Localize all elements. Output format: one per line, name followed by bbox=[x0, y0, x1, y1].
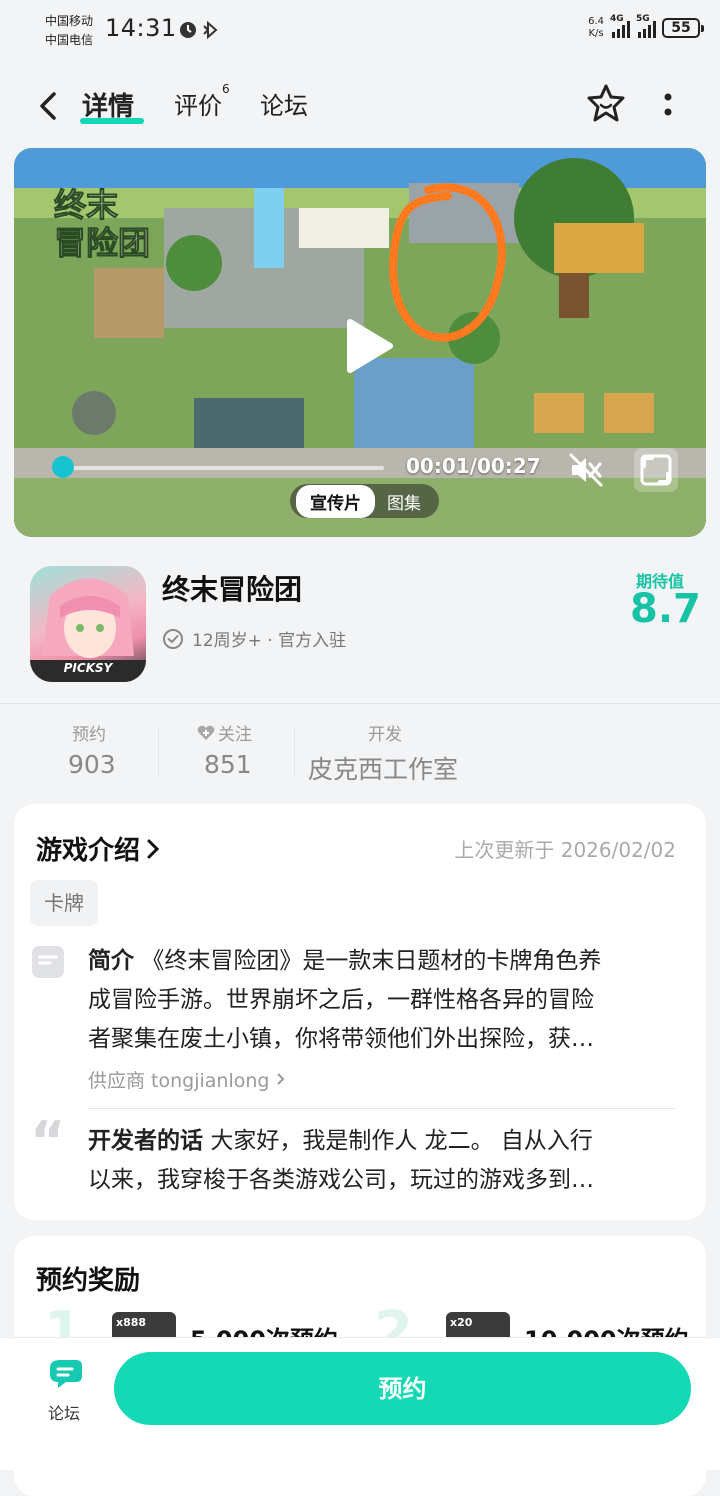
alarm-icon bbox=[180, 20, 218, 40]
rewards-title: 预约奖励 bbox=[36, 1266, 141, 1296]
tab-reviews-label: 评价 bbox=[174, 92, 222, 120]
stat-label-follows-text: 关注 bbox=[218, 725, 252, 745]
game-logo: 终末 冒险团 bbox=[53, 186, 151, 263]
status-bar: 中国移动 中国电信 14:31 6.4 K/s 4G 5G 55 bbox=[0, 0, 720, 62]
speed-unit: K/s bbox=[588, 28, 604, 39]
developer-line-2: 以来，我穿梭于各类游戏公司，玩过的游戏多到… bbox=[88, 1167, 594, 1193]
play-button[interactable] bbox=[338, 316, 398, 376]
expect-score: 8.7 bbox=[630, 586, 701, 632]
speaker-muted-icon bbox=[569, 453, 603, 487]
summary-line-1-text: 《终末冒险团》是一款末日题材的卡牌角色养 bbox=[141, 948, 602, 974]
video-progress-handle[interactable] bbox=[52, 456, 74, 478]
stat-value-follows: 851 bbox=[204, 750, 252, 779]
summary-text[interactable]: 简介 《终末冒险团》是一款末日题材的卡牌角色养 成冒险手游。世界崩坏之后，一群性… bbox=[88, 942, 663, 1059]
bluetooth-icon bbox=[203, 20, 218, 40]
carrier-1: 中国移动 bbox=[45, 14, 94, 28]
network-status: 6.4 K/s 4G 5G 55 bbox=[588, 14, 704, 40]
reward-badge-1: x888 bbox=[116, 1316, 147, 1329]
vertical-dots-icon bbox=[664, 93, 672, 116]
chevron-right-icon bbox=[276, 1073, 284, 1085]
reward-badge-2: x20 bbox=[450, 1316, 473, 1329]
game-logo-line1: 终末 bbox=[53, 186, 119, 225]
signal-5g-icon: 5G bbox=[636, 14, 656, 38]
app-name: 终末冒险团 bbox=[162, 573, 303, 606]
intro-title: 游戏介绍 bbox=[36, 836, 141, 866]
video-player[interactable]: 终末 冒险团 00:01/00:27 宣传片 图集 bbox=[14, 148, 706, 537]
developer-label: 开发者的话 bbox=[88, 1128, 203, 1154]
star-face-icon bbox=[587, 84, 625, 122]
summary-line-3: 者聚集在废土小镇，你将带领他们外出探险，获… bbox=[88, 1026, 594, 1052]
check-circle-icon bbox=[163, 628, 183, 649]
stat-label-follows: 关注 bbox=[196, 720, 252, 745]
supplier-link[interactable]: 供应商 tongjianlong bbox=[88, 1066, 286, 1093]
favorite-button[interactable] bbox=[584, 82, 628, 126]
stat-label-developer: 开发 bbox=[368, 725, 402, 745]
play-icon bbox=[347, 319, 393, 373]
carrier-2: 中国电信 bbox=[45, 33, 94, 47]
heart-plus-icon bbox=[197, 725, 215, 740]
forum-button[interactable] bbox=[46, 1356, 84, 1392]
chevron-right-icon bbox=[147, 839, 160, 858]
alarm-bluetooth-icons bbox=[178, 18, 226, 47]
stat-value-reservations: 903 bbox=[68, 750, 116, 779]
fullscreen-button[interactable] bbox=[634, 448, 678, 492]
net-speed: 6.4 K/s bbox=[588, 16, 604, 40]
document-icon bbox=[32, 946, 64, 978]
reserve-button[interactable]: 预约 bbox=[114, 1352, 691, 1425]
tab-gallery[interactable]: 图集 bbox=[375, 485, 433, 518]
genre-tag[interactable]: 卡牌 bbox=[30, 880, 98, 926]
divider bbox=[294, 728, 295, 776]
age-badge-text: 12周岁+ · 官方入驻 bbox=[192, 631, 347, 651]
age-badge: 12周岁+ · 官方入驻 bbox=[162, 626, 346, 651]
divider bbox=[0, 703, 720, 704]
game-logo-line2: 冒险团 bbox=[53, 224, 151, 263]
quote-icon: “ bbox=[30, 1110, 66, 1173]
carrier-labels: 中国移动 中国电信 bbox=[45, 12, 93, 50]
reviews-count: 6 bbox=[222, 82, 230, 96]
supplier-text: 供应商 tongjianlong bbox=[88, 1070, 270, 1092]
chevron-left-icon bbox=[40, 92, 56, 120]
app-icon: PICKSY bbox=[30, 566, 146, 682]
signal-4g-icon: 4G bbox=[610, 14, 630, 38]
tab-forum[interactable]: 论坛 bbox=[260, 86, 308, 121]
tab-trailer[interactable]: 宣传片 bbox=[296, 484, 375, 518]
stat-value-developer[interactable]: 皮克西工作室 bbox=[308, 750, 458, 786]
back-button[interactable] bbox=[32, 86, 68, 126]
app-icon-caption: PICKSY bbox=[63, 661, 113, 675]
more-options-button[interactable] bbox=[656, 90, 680, 120]
developer-note[interactable]: 开发者的话 大家好，我是制作人 龙二。 自从入行 以来，我穿梭于各类游戏公司，玩… bbox=[88, 1122, 663, 1200]
net1-label: 4G bbox=[610, 14, 624, 24]
divider bbox=[88, 1108, 676, 1109]
stat-label-reservations: 预约 bbox=[72, 725, 106, 745]
media-switcher: 宣传片 图集 bbox=[290, 484, 439, 518]
forum-label[interactable]: 论坛 bbox=[48, 1400, 80, 1424]
developer-line-1: 开发者的话 大家好，我是制作人 龙二。 自从入行 bbox=[88, 1122, 663, 1161]
divider bbox=[158, 728, 159, 776]
intro-title-link[interactable]: 游戏介绍 bbox=[36, 830, 160, 867]
developer-line-1-text: 大家好，我是制作人 龙二。 自从入行 bbox=[210, 1128, 593, 1154]
update-date: 上次更新于 2026/02/02 bbox=[454, 838, 676, 862]
video-progress-track[interactable] bbox=[54, 466, 384, 470]
summary-line-2: 成冒险手游。世界崩坏之后，一群性格各异的冒险 bbox=[88, 987, 594, 1013]
tab-reviews[interactable]: 评价6 bbox=[174, 82, 230, 121]
orange-circle-annotation bbox=[389, 183, 506, 342]
summary-label: 简介 bbox=[88, 948, 134, 974]
clock: 14:31 bbox=[105, 14, 177, 42]
summary-line-1: 简介 《终末冒险团》是一款末日题材的卡牌角色养 bbox=[88, 942, 663, 981]
speed-value: 6.4 bbox=[588, 16, 604, 27]
active-tab-indicator bbox=[80, 118, 144, 124]
battery-indicator: 55 bbox=[662, 18, 704, 38]
chat-bubble-icon bbox=[50, 1360, 82, 1388]
net2-label: 5G bbox=[636, 14, 650, 24]
video-time: 00:01/00:27 bbox=[406, 454, 541, 478]
mute-button[interactable] bbox=[568, 452, 604, 488]
fullscreen-icon bbox=[640, 454, 672, 486]
